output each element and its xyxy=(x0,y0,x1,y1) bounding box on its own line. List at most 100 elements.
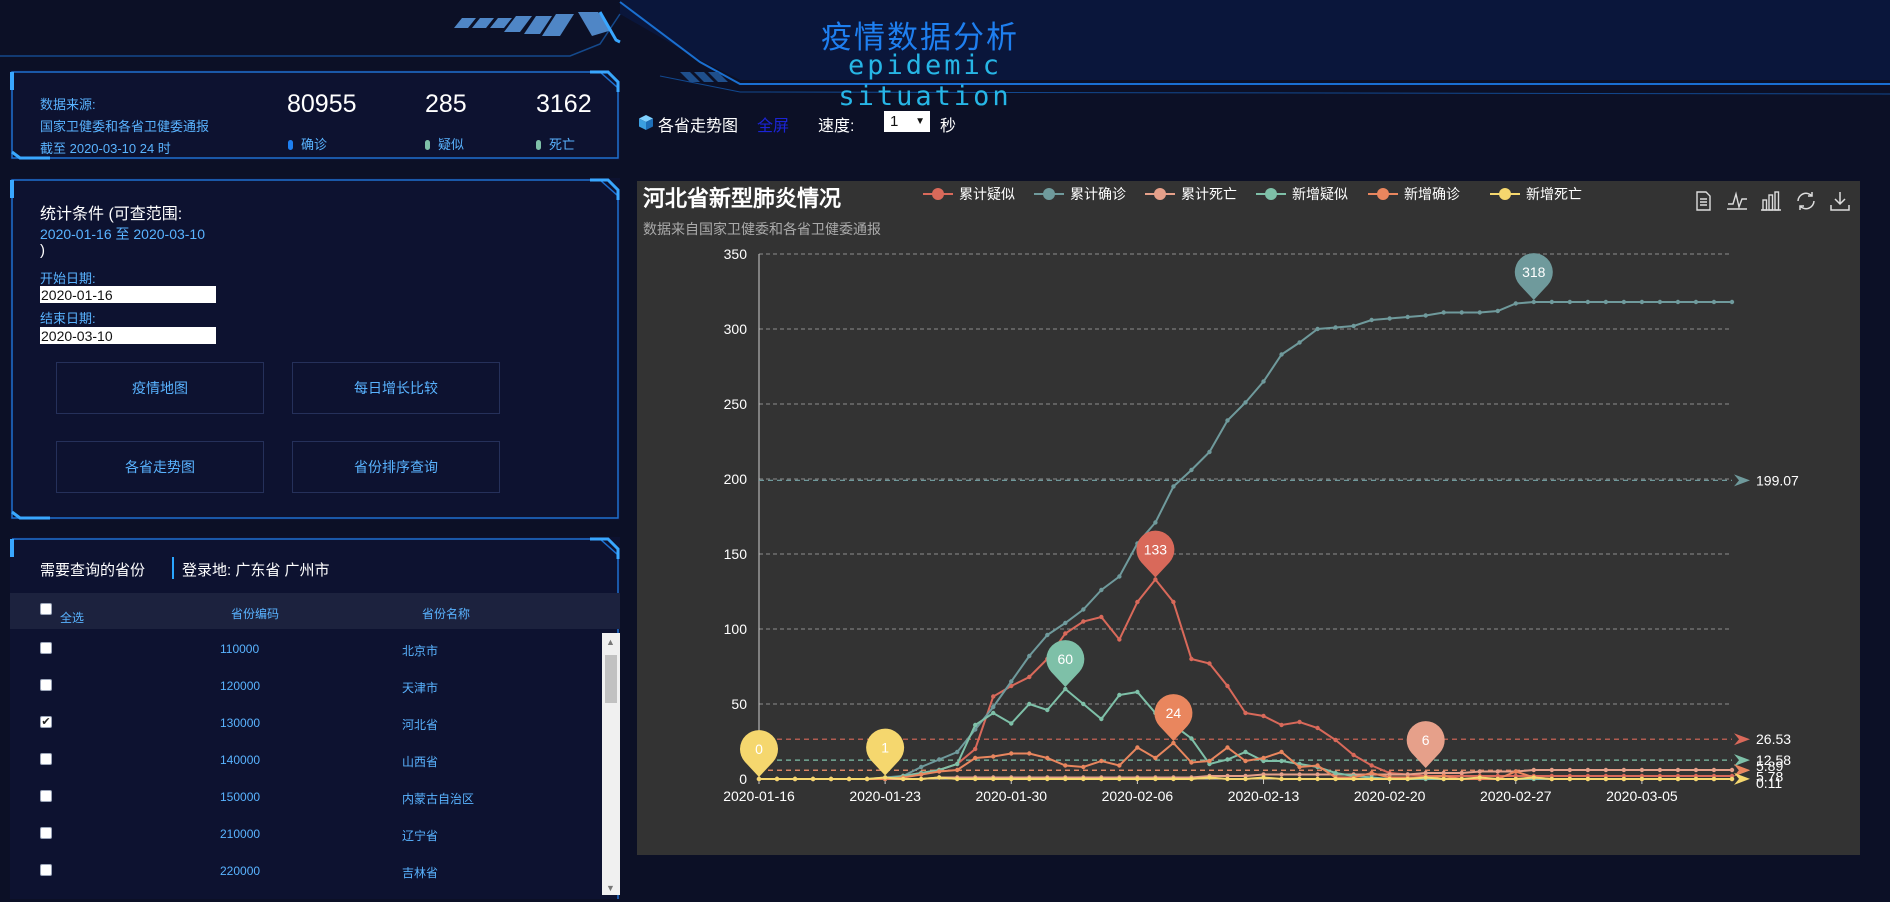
conditions-range: 2020-01-16 至 2020-03-10 xyxy=(40,226,206,242)
data-point xyxy=(991,776,996,782)
data-point xyxy=(1585,299,1591,305)
table-row[interactable]: ✔ 130000 河北省 xyxy=(10,707,600,744)
table-row[interactable]: 120000 天津市 xyxy=(10,670,600,707)
data-point xyxy=(1621,299,1627,305)
province-trend-button[interactable]: 各省走势图 xyxy=(56,441,264,493)
data-point xyxy=(1567,299,1573,305)
column-name-header: 省份名称 xyxy=(422,607,471,621)
daily-growth-button[interactable]: 每日增长比较 xyxy=(292,362,500,414)
data-point xyxy=(1027,751,1032,756)
data-point xyxy=(973,755,978,761)
y-tick-label: 250 xyxy=(724,396,748,412)
province-name: 内蒙古自治区 xyxy=(402,792,475,806)
end-date-input[interactable] xyxy=(40,327,216,344)
data-point xyxy=(1225,683,1230,689)
table-row[interactable]: 140000 山西省 xyxy=(10,744,600,781)
data-as-of: 截至 2020-03-10 24 时 xyxy=(40,141,171,156)
data-point xyxy=(1333,776,1338,782)
epidemic-map-button[interactable]: 疫情地图 xyxy=(56,362,264,414)
data-point xyxy=(1081,619,1086,624)
data-point xyxy=(1261,775,1266,780)
data-point xyxy=(1225,757,1230,762)
select-all-checkbox[interactable] xyxy=(40,603,52,615)
data-point xyxy=(955,767,960,773)
pin-marker: 1 xyxy=(866,728,905,776)
data-point xyxy=(1279,772,1284,777)
data-point xyxy=(1135,599,1140,605)
pin-marker: 318 xyxy=(1514,253,1553,300)
data-point xyxy=(1711,776,1717,782)
data-point xyxy=(1027,776,1032,782)
data-point xyxy=(1549,299,1555,305)
data-point xyxy=(1639,767,1645,773)
data-point xyxy=(1621,767,1627,773)
average-label: 199.07 xyxy=(1756,472,1799,488)
pin-label: 0 xyxy=(755,741,763,757)
data-point xyxy=(1693,776,1699,782)
province-name: 天津市 xyxy=(402,681,439,695)
conditions-close-paren: ) xyxy=(40,242,45,259)
row-checkbox[interactable] xyxy=(40,827,52,839)
row-checkbox[interactable] xyxy=(40,642,52,654)
data-point xyxy=(1063,631,1068,636)
data-point xyxy=(1243,776,1248,782)
select-all-label[interactable]: 全选 xyxy=(60,609,84,626)
average-arrow xyxy=(1734,772,1750,785)
login-location: 登录地: 广东省 广州市 xyxy=(182,562,330,579)
row-checkbox[interactable] xyxy=(40,753,52,765)
data-point xyxy=(1729,299,1735,305)
data-point xyxy=(1369,317,1374,323)
data-point xyxy=(1513,776,1518,782)
data-point xyxy=(1621,776,1627,782)
data-source-name: 国家卫健委和各省卫健委通报 xyxy=(40,119,210,134)
data-point xyxy=(1297,340,1302,345)
stats-panel: 数据来源: 国家卫健委和各省卫健委通报 截至 2020-03-10 24 时 8… xyxy=(10,70,620,160)
data-point xyxy=(864,776,870,782)
trend-chart-label: 各省走势图 xyxy=(658,118,739,135)
series-line xyxy=(759,577,1732,780)
row-checkbox[interactable]: ✔ xyxy=(40,716,52,728)
start-date-input[interactable] xyxy=(40,286,216,303)
scroll-up-arrow-icon[interactable]: ▲ xyxy=(606,637,615,647)
data-point xyxy=(955,761,960,767)
data-point xyxy=(1081,764,1086,770)
speed-select[interactable]: 1 ▼ xyxy=(884,111,930,132)
deaths-dot-icon xyxy=(536,140,541,150)
suspected-label: 疑似 xyxy=(425,134,464,153)
province-table-header: 全选 省份编码 省份名称 xyxy=(10,593,620,629)
table-row[interactable]: 150000 内蒙古自治区 xyxy=(10,781,600,818)
table-row[interactable]: 210000 辽宁省 xyxy=(10,818,600,855)
province-name: 北京市 xyxy=(402,644,439,658)
data-point xyxy=(1639,299,1645,305)
row-checkbox[interactable] xyxy=(40,679,52,691)
data-point xyxy=(1027,674,1032,680)
average-label: 0.11 xyxy=(1756,775,1782,791)
data-point xyxy=(1693,299,1699,305)
data-point xyxy=(1153,776,1158,782)
data-point xyxy=(1009,751,1014,756)
data-point xyxy=(1531,775,1536,780)
data-point xyxy=(1333,770,1338,776)
data-point xyxy=(1495,769,1500,774)
data-point xyxy=(955,776,960,782)
province-ranking-button[interactable]: 省份排序查询 xyxy=(292,441,500,493)
data-point xyxy=(1063,686,1068,692)
data-point xyxy=(1585,776,1591,782)
data-point xyxy=(1369,776,1374,782)
province-scrollbar[interactable]: ▲ ▼ xyxy=(602,633,620,895)
table-row[interactable]: 110000 北京市 xyxy=(10,633,600,670)
data-point xyxy=(973,722,978,728)
scroll-thumb[interactable] xyxy=(605,655,617,703)
data-point xyxy=(1405,776,1410,782)
data-point xyxy=(991,704,996,710)
scroll-down-arrow-icon[interactable]: ▼ xyxy=(606,883,615,893)
table-row[interactable]: 220000 吉林省 xyxy=(10,855,600,892)
data-point xyxy=(1531,299,1536,305)
data-point xyxy=(1369,763,1374,768)
fullscreen-link[interactable]: 全屏 xyxy=(757,112,789,136)
row-checkbox[interactable] xyxy=(40,790,52,802)
x-tick-label: 2020-01-16 xyxy=(723,788,795,804)
row-checkbox[interactable] xyxy=(40,864,52,876)
data-point xyxy=(1063,776,1068,782)
data-point xyxy=(1477,775,1482,780)
